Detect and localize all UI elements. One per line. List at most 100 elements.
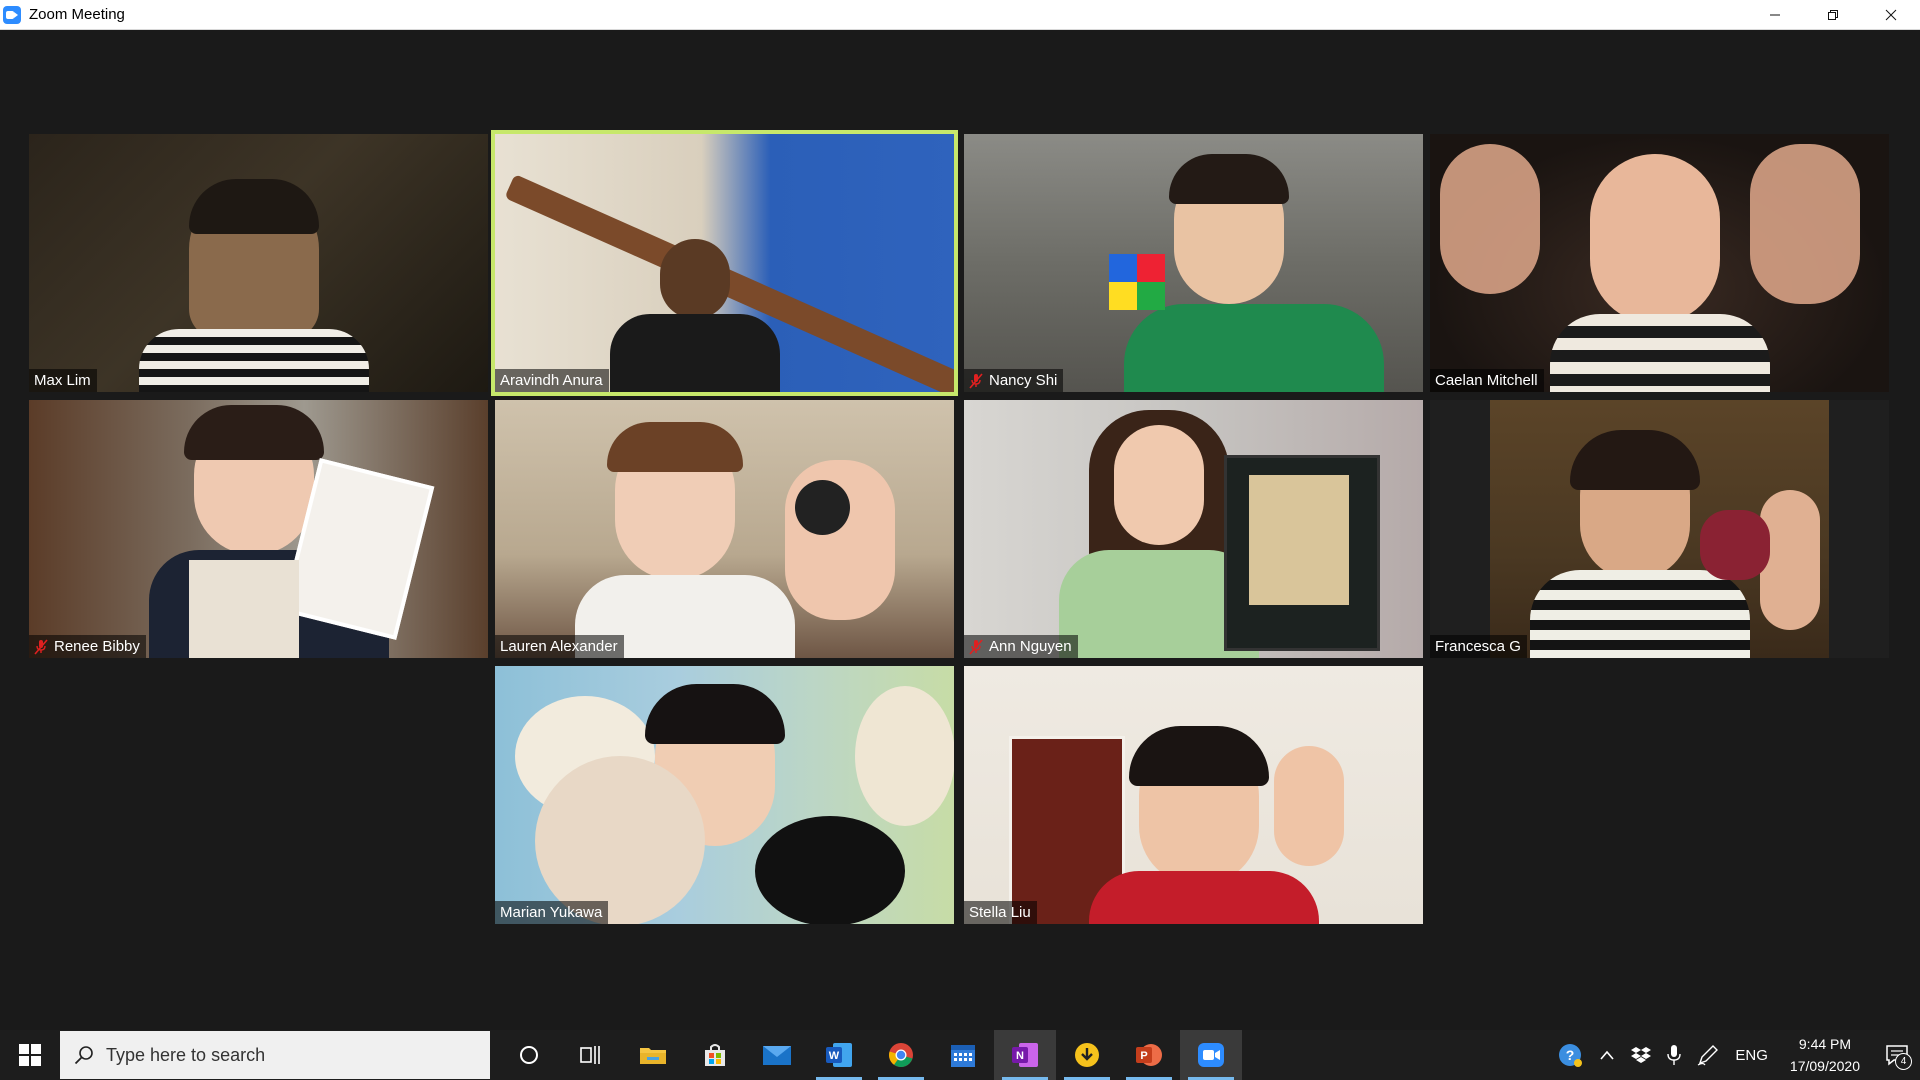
microphone-icon xyxy=(1667,1045,1682,1065)
system-tray: ? ENG 9:44 PM 17/09/2020 4 xyxy=(1549,1030,1920,1080)
shirt xyxy=(1550,314,1770,392)
muted-mic-icon xyxy=(34,638,48,655)
video-tile-lauren-alexander[interactable]: Lauren Alexander xyxy=(495,400,954,658)
video-tile-renee-bibby[interactable]: Renee Bibby xyxy=(29,400,488,658)
zoom-app-icon xyxy=(3,5,21,24)
svg-text:P: P xyxy=(1140,1050,1147,1062)
craft-object xyxy=(1700,510,1770,580)
search-icon xyxy=(74,1046,93,1065)
participant-name-tag: Renee Bibby xyxy=(29,635,146,658)
window-controls xyxy=(1746,0,1920,29)
participant-name: Aravindh Anura xyxy=(500,372,603,389)
video-tile-francesca-g[interactable]: Francesca G xyxy=(1430,400,1889,658)
close-button[interactable] xyxy=(1862,0,1920,29)
participant-name-tag: Nancy Shi xyxy=(964,369,1064,392)
pen-icon xyxy=(1698,1045,1719,1066)
video-tile-max-lim[interactable]: Max Lim xyxy=(29,134,488,392)
video-tile-stella-liu[interactable]: Stella Liu xyxy=(964,666,1423,924)
pen-button[interactable] xyxy=(1689,1030,1727,1080)
participant-name: Francesca G xyxy=(1435,638,1521,655)
shirt xyxy=(1530,570,1750,658)
task-view-icon xyxy=(580,1046,600,1064)
taskbar-search[interactable]: Type here to search xyxy=(60,1031,490,1079)
participant-name: Renee Bibby xyxy=(54,638,140,655)
minimize-icon xyxy=(1770,14,1780,15)
chrome-button[interactable] xyxy=(870,1030,932,1080)
muted-mic-icon xyxy=(969,372,983,389)
fossil xyxy=(795,480,850,535)
hair xyxy=(645,684,785,744)
cortana-button[interactable] xyxy=(498,1030,560,1080)
participant-name: Caelan Mitchell xyxy=(1435,372,1538,389)
zoom-button[interactable] xyxy=(1180,1030,1242,1080)
participant-name-tag: Lauren Alexander xyxy=(495,635,624,658)
video-tile-caelan-mitchell[interactable]: Caelan Mitchell xyxy=(1430,134,1889,392)
video-tile-marian-yukawa[interactable]: Marian Yukawa xyxy=(495,666,954,924)
sheep-painting-right xyxy=(855,686,954,826)
shirt xyxy=(139,329,369,392)
onenote-icon: N xyxy=(1012,1043,1038,1067)
onenote-button[interactable]: N xyxy=(994,1030,1056,1080)
file-explorer-button[interactable] xyxy=(622,1030,684,1080)
zoom-icon xyxy=(1198,1043,1224,1067)
calendar-icon xyxy=(951,1045,975,1067)
gallery-view: Max Lim Aravindh Anura Nancy Shi Caelan … xyxy=(0,30,1920,1030)
shirt xyxy=(1089,871,1319,924)
language-indicator[interactable]: ENG xyxy=(1727,1030,1776,1080)
clock-date: 17/09/2020 xyxy=(1789,1058,1860,1074)
mail-button[interactable] xyxy=(746,1030,808,1080)
windows-logo-icon xyxy=(19,1044,41,1066)
video-tile-nancy-shi[interactable]: Nancy Shi xyxy=(964,134,1423,392)
dropbox-button[interactable] xyxy=(1623,1030,1659,1080)
participant-name: Stella Liu xyxy=(969,904,1031,921)
task-view-button[interactable] xyxy=(560,1030,622,1080)
book xyxy=(189,560,299,658)
participant-video xyxy=(660,239,730,319)
participant-name-tag: Stella Liu xyxy=(964,901,1037,924)
hand xyxy=(1274,746,1344,866)
face xyxy=(1114,425,1204,545)
participant-name: Max Lim xyxy=(34,372,91,389)
action-center-button[interactable]: 4 xyxy=(1874,1030,1920,1080)
show-hidden-icons-button[interactable] xyxy=(1591,1030,1623,1080)
svg-text:?: ? xyxy=(1566,1047,1575,1063)
restore-button[interactable] xyxy=(1804,0,1862,29)
dropbox-icon xyxy=(1631,1047,1652,1063)
portrait xyxy=(1249,475,1349,605)
start-button[interactable] xyxy=(0,1030,60,1080)
participant-name: Ann Nguyen xyxy=(989,638,1072,655)
downloader-icon xyxy=(1075,1043,1099,1067)
shirt xyxy=(610,314,780,392)
svg-text:W: W xyxy=(829,1050,840,1062)
powerpoint-button[interactable]: P xyxy=(1118,1030,1180,1080)
hand xyxy=(785,460,895,620)
muted-mic-icon xyxy=(969,638,983,655)
participant-name-tag: Aravindh Anura xyxy=(495,369,609,392)
participant-name: Marian Yukawa xyxy=(500,904,603,921)
plush-black-sheep xyxy=(755,816,905,924)
downloader-button[interactable] xyxy=(1056,1030,1118,1080)
language-label: ENG xyxy=(1735,1046,1768,1064)
hair xyxy=(1169,154,1289,204)
microphone-button[interactable] xyxy=(1659,1030,1689,1080)
help-button[interactable]: ? xyxy=(1549,1030,1591,1080)
participant-name-tag: Francesca G xyxy=(1430,635,1527,658)
rubiks-cube xyxy=(1109,254,1165,310)
help-icon: ? xyxy=(1559,1044,1583,1067)
cortana-icon xyxy=(520,1046,538,1064)
word-button[interactable]: W xyxy=(808,1030,870,1080)
window-title: Zoom Meeting xyxy=(29,6,125,23)
minimize-button[interactable] xyxy=(1746,0,1804,29)
clock[interactable]: 9:44 PM 17/09/2020 xyxy=(1776,1033,1874,1077)
video-tile-aravindh-anura[interactable]: Aravindh Anura xyxy=(491,130,958,396)
plush-sheep xyxy=(535,756,705,924)
participant-name-tag: Caelan Mitchell xyxy=(1430,369,1544,392)
participant-name-tag: Ann Nguyen xyxy=(964,635,1078,658)
calendar-button[interactable] xyxy=(932,1030,994,1080)
search-placeholder: Type here to search xyxy=(106,1044,266,1065)
participant-video xyxy=(1590,154,1720,324)
hand-left xyxy=(1440,144,1540,294)
participant-name-tag: Marian Yukawa xyxy=(495,901,609,924)
store-button[interactable] xyxy=(684,1030,746,1080)
video-tile-ann-nguyen[interactable]: Ann Nguyen xyxy=(964,400,1423,658)
